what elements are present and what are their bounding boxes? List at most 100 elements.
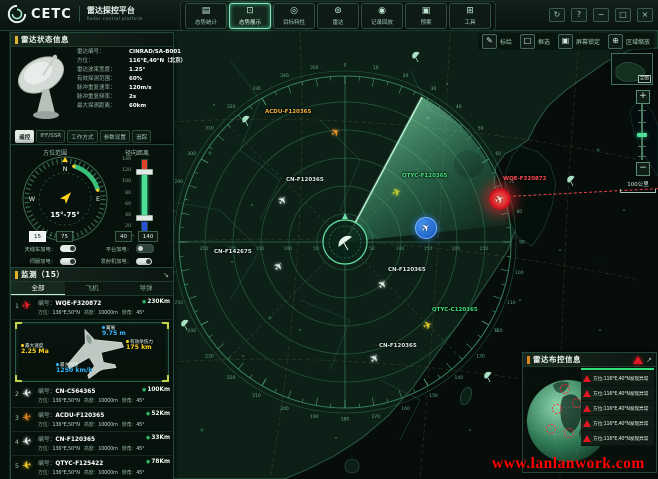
item-distance-value: 33Km — [151, 435, 170, 441]
power-toggle[interactable] — [136, 244, 154, 253]
status-field: 最大探测距离：60km — [77, 104, 171, 110]
zoom-handle[interactable] — [637, 133, 647, 137]
monitor-tab[interactable]: 飞机 — [65, 282, 119, 295]
status-field: 雷达编号：CINRAD/SA-B001 — [77, 50, 171, 56]
alert-text: 方位:116°E,40°N发现异常 — [593, 390, 648, 397]
minimize-icon[interactable]: − — [593, 8, 609, 22]
alert-row[interactable]: 方位:116°E,40°N发现异常 — [581, 386, 654, 401]
minimap[interactable]: 全图 — [611, 53, 653, 85]
pin-icon: ◉ — [146, 459, 150, 465]
plane-icon: ✈ — [376, 277, 390, 291]
azimuth-to-input[interactable] — [56, 231, 73, 242]
item-field: 方位： — [38, 470, 52, 476]
azimuth-from-input[interactable] — [29, 231, 46, 242]
monitor-list-item[interactable]: 5✈编号：QTYC-F125422◉78Km方位：136°E,50°N高度：10… — [11, 456, 173, 479]
status-tab[interactable]: 遥控 — [15, 130, 34, 143]
item-distance: ◉230Km — [142, 299, 170, 305]
expand-icon[interactable]: ↗ — [646, 356, 652, 364]
aircraft-marker[interactable]: ✈CN-F120365 — [276, 193, 290, 207]
refresh-icon[interactable]: ↻ — [549, 8, 565, 22]
radar-platform-app: 0102030405060708090100110120130140150160… — [0, 0, 658, 479]
help-icon[interactable]: ? — [571, 8, 587, 22]
alert-row[interactable]: 方位:116°E,40°N发现异常 — [581, 431, 654, 446]
slider-tick-label: 140 — [115, 157, 131, 162]
compass-e: E — [96, 195, 100, 203]
alert-row[interactable]: 方位:116°E,40°N发现异常 — [581, 401, 654, 416]
status-tab[interactable]: 追踪 — [132, 130, 151, 143]
expand-icon[interactable]: ↘ — [163, 271, 169, 279]
aircraft-marker[interactable]: ✈CN-F120365 — [368, 351, 382, 365]
item-detail-line: 方位：136°E,50°N高度：10000m俯角：45° — [38, 421, 173, 428]
header-accent — [527, 356, 530, 364]
aircraft-marker[interactable]: ✈CN-F120365 — [376, 277, 390, 291]
monitor-title: 监测（15） — [21, 269, 64, 280]
aircraft-marker-friendly[interactable]: ✈ — [415, 217, 437, 239]
power-toggle[interactable] — [60, 245, 76, 252]
plane-icon: ✈ — [329, 125, 343, 139]
item-field-value: 136°E,50°N — [52, 310, 79, 316]
azimuth-compass[interactable]: N E S W 15°-75° — [19, 155, 111, 243]
aircraft-marker[interactable]: ✈QTYC-C120365 — [421, 318, 435, 332]
monitor-list-item[interactable]: 3✈编号：ACDU-F120365◉52Km方位：136°E,50°N高度：10… — [11, 408, 173, 432]
radial-from-input[interactable] — [115, 231, 132, 242]
monitor-tab[interactable]: 导弹 — [119, 282, 173, 295]
monitor-list-item[interactable]: 2✈编号：CN-C564365◉100Km方位：136°E,50°N高度：100… — [11, 384, 173, 408]
power-toggle[interactable] — [60, 258, 76, 265]
map-tool-box-select[interactable]: □框选 — [520, 34, 550, 49]
item-field: 俯角： — [122, 422, 136, 428]
alert-triangle-icon — [583, 375, 591, 382]
nav-tab-antenna[interactable]: ◎目标特性 — [273, 3, 315, 29]
aircraft-marker[interactable]: ✈QTYC-F120365 — [390, 185, 404, 199]
plane-icon: ✈ — [391, 185, 403, 198]
status-tab[interactable]: 工作方式 — [67, 130, 97, 143]
nav-tab-plan[interactable]: ▣预案 — [405, 3, 447, 29]
map-tool-area-zoom[interactable]: ⊕区域缩放 — [608, 34, 650, 49]
alert-row[interactable]: 方位:116°E,40°N发现异常 — [581, 371, 654, 386]
title-bar: CETC 雷达探控平台 Radar control platform ▤态势统计… — [0, 0, 658, 31]
maximize-icon[interactable]: □ — [615, 8, 631, 22]
azimuth-readout: 15°-75° — [50, 211, 79, 219]
monitor-list-item[interactable]: 4✈编号：CN-F120365◉33Km方位：136°E,50°N高度：1000… — [11, 432, 173, 456]
plane-icon: ✈ — [272, 259, 286, 273]
zoom-in-button[interactable]: + — [636, 90, 650, 104]
nav-tab-radar-dish[interactable]: ⊚雷达 — [317, 3, 359, 29]
aircraft-marker-hostile[interactable]: ✈WQE-F320872 — [489, 188, 511, 210]
plane-icon: ✈ — [276, 193, 290, 207]
aircraft-marker[interactable]: ✈CN-F142675 — [272, 259, 286, 273]
radial-to-input[interactable] — [138, 231, 158, 242]
slider-handle-lower[interactable] — [136, 215, 153, 221]
close-icon[interactable]: × — [637, 8, 653, 22]
item-id-value: WQE-F320872 — [55, 301, 101, 307]
status-tab[interactable]: 参数设置 — [100, 130, 130, 143]
alert-row[interactable]: 方位:116°E,40°N发现异常 — [581, 416, 654, 431]
nav-tab-label: 态势展示 — [239, 17, 261, 25]
area-zoom-icon: ⊕ — [608, 34, 623, 49]
item-id-label: 编号： — [38, 437, 55, 443]
nav-tab-chart[interactable]: ▤态势统计 — [185, 3, 227, 29]
item-detail-line: 方位：136°E,50°N高度：10000m俯角：45° — [38, 309, 173, 316]
map-tool-draw[interactable]: ✎标绘 — [482, 34, 512, 49]
alert-list: 方位:116°E,40°N发现异常方位:116°E,40°N发现异常方位:116… — [581, 368, 654, 446]
item-distance-value: 230Km — [147, 299, 170, 305]
item-field-value: 45° — [136, 470, 144, 476]
zoom-tick — [638, 156, 646, 157]
map-tool-screen-lock[interactable]: ▣屏幕锁定 — [558, 34, 600, 49]
zoom-tick — [638, 146, 646, 147]
zoom-track[interactable] — [641, 104, 643, 160]
aircraft-marker[interactable]: ✈ACDU-F120365 — [329, 125, 343, 139]
nav-tab-playback[interactable]: ◉记录回放 — [361, 3, 403, 29]
power-toggle[interactable] — [136, 258, 152, 265]
nav-tab-tools[interactable]: ⊞工具 — [449, 3, 491, 29]
slider-handle-upper[interactable] — [136, 169, 153, 175]
status-tab[interactable]: IFF/SSR — [36, 130, 65, 143]
radar-dish-image — [13, 49, 77, 127]
brand-block: CETC 雷达探控平台 Radar control platform — [7, 4, 143, 24]
monitor-list-item[interactable]: 1✈编号：WQE-F320872◉230Km方位：136°E,50°N高度：10… — [11, 296, 173, 320]
monitor-tab[interactable]: 全部 — [11, 282, 65, 295]
map-tool-label: 框选 — [538, 37, 550, 46]
zoom-out-button[interactable]: − — [636, 162, 650, 176]
aircraft-detail-card[interactable]: 最大速度2.25 Ma翼展9.75 m最大时速1250 km/h有效杀伤力175… — [15, 322, 169, 382]
item-field: 俯角： — [122, 446, 136, 452]
compass-w: W — [29, 195, 36, 203]
nav-tab-monitor[interactable]: ⊡态势展示 — [229, 3, 271, 29]
